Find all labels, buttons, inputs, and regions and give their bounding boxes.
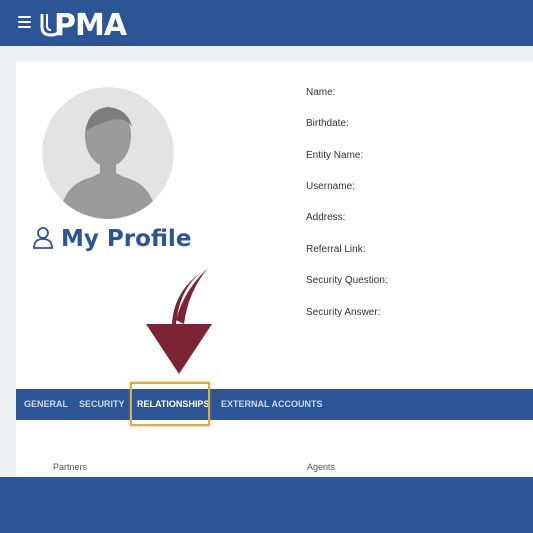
field-name-label: Name: — [306, 87, 336, 98]
field-referral-link-label: Referral Link: — [306, 244, 366, 255]
field-security-question-label: Security Question: — [306, 275, 388, 286]
agents-column-header: Agents — [307, 462, 336, 472]
tab-security[interactable]: SECURITY — [79, 389, 125, 420]
field-username-label: Username: — [306, 181, 355, 192]
field-address-label: Address: — [306, 212, 346, 223]
tab-general[interactable]: GENERAL — [24, 389, 68, 420]
field-entity-name-label: Entity Name: — [306, 150, 364, 161]
profile-tab-bar: GENERAL SECURITY RELATIONSHIPS EXTERNAL … — [16, 389, 533, 420]
footer-band — [0, 477, 533, 533]
upma-logo[interactable]: PMA — [40, 8, 140, 43]
top-app-bar: PMA — [0, 0, 533, 46]
partners-column-header: Partners — [53, 462, 88, 472]
tab-highlight-frame — [130, 382, 210, 426]
default-avatar-icon — [42, 87, 174, 219]
field-birthdate-label: Birthdate: — [306, 118, 349, 129]
tab-external-accounts[interactable]: EXTERNAL ACCOUNTS — [221, 389, 323, 420]
avatar — [42, 87, 174, 219]
person-icon — [33, 227, 53, 249]
hamburger-menu-icon[interactable] — [18, 16, 31, 28]
pointer-arrow-icon — [146, 268, 212, 374]
page-title: My Profile — [61, 226, 192, 252]
field-security-answer-label: Security Answer: — [306, 307, 381, 318]
logo-text: PMA — [54, 8, 127, 43]
